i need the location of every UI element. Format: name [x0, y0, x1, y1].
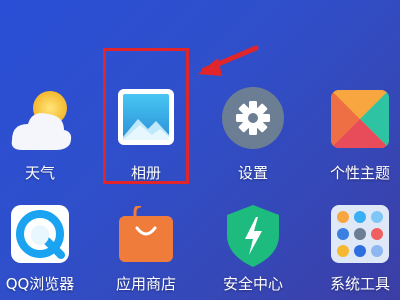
app-qq-browser[interactable]: QQ浏览器 [0, 203, 85, 300]
settings-gear-icon [222, 87, 284, 149]
security-shield-icon [225, 205, 281, 267]
app-system-tools[interactable]: 系统工具 [315, 203, 400, 300]
app-settings[interactable]: 设置 [208, 85, 298, 185]
weather-icon [4, 88, 76, 152]
app-label-weather: 天气 [24, 164, 55, 182]
app-label-security: 安全中心 [222, 275, 283, 293]
themes-icon [331, 90, 389, 148]
app-label-settings: 设置 [237, 164, 268, 182]
app-label-qq-browser: QQ浏览器 [5, 275, 75, 293]
app-label-themes: 个性主题 [329, 164, 390, 182]
app-weather[interactable]: 天气 [0, 85, 85, 185]
pointer-arrow-icon [196, 40, 266, 80]
qq-browser-icon [11, 205, 69, 263]
app-store[interactable]: 应用商店 [101, 203, 191, 300]
app-themes[interactable]: 个性主题 [315, 85, 400, 185]
app-store-bag-icon [119, 204, 173, 262]
highlight-box [103, 48, 189, 184]
system-tools-folder-icon [331, 205, 389, 263]
app-security[interactable]: 安全中心 [208, 203, 298, 300]
app-label-system-tools: 系统工具 [329, 275, 390, 293]
app-label-store: 应用商店 [115, 275, 176, 293]
